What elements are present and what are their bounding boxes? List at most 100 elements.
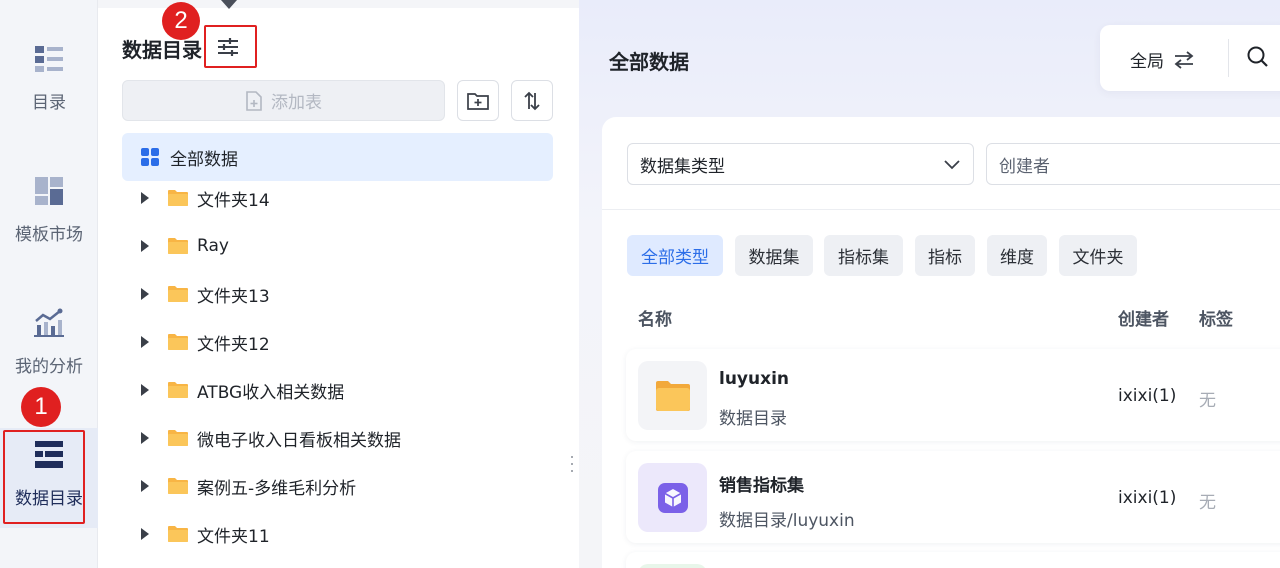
folder-icon — [167, 525, 189, 543]
scope-label: 全局 — [1130, 52, 1164, 72]
chip-all-types[interactable]: 全部类型 — [627, 235, 723, 276]
tree-item[interactable]: 文件夹12 — [122, 322, 553, 362]
folder-icon — [167, 477, 189, 495]
chip-dimension[interactable]: 维度 — [987, 235, 1047, 276]
tree-item-label: Ray — [197, 236, 229, 256]
data-catalog-icon — [32, 438, 66, 472]
creator-placeholder: 创建者 — [999, 156, 1050, 177]
chip-dataset[interactable]: 数据集 — [735, 235, 813, 276]
annotation-badge-1: 1 — [21, 387, 61, 427]
expand-caret-icon[interactable] — [141, 480, 149, 492]
tree-item[interactable]: 案例五-多维毛利分析 — [122, 466, 553, 506]
scope-toolbar: 全局 — [1100, 25, 1280, 91]
sort-button[interactable] — [511, 80, 553, 121]
table-row[interactable]: luyuxin 数据目录 ixixi(1) 无 — [626, 349, 1280, 441]
dataset-type-select[interactable]: 数据集类型 — [627, 143, 974, 185]
chip-folder[interactable]: 文件夹 — [1059, 235, 1137, 276]
expand-caret-icon[interactable] — [141, 240, 149, 252]
expand-caret-icon[interactable] — [141, 336, 149, 348]
nav-label-template-market: 模板市场 — [15, 225, 83, 245]
tree-item-label: 文件夹14 — [197, 190, 270, 211]
folder-icon — [167, 237, 189, 255]
tree-item-label: ATBG收入相关数据 — [197, 382, 345, 403]
tree-item[interactable]: 文件夹11 — [122, 514, 553, 554]
tree-item-label: 文件夹13 — [197, 286, 270, 307]
row-tags: 无 — [1199, 391, 1216, 411]
row-tags: 无 — [1199, 493, 1216, 513]
tree-item[interactable]: 文件夹14 — [122, 178, 553, 218]
table-row-partial[interactable] — [626, 552, 1280, 568]
expand-caret-icon[interactable] — [141, 432, 149, 444]
main-title: 全部数据 — [609, 50, 689, 74]
main-area: 全部数据 全局 数据集类型 创建者 全部类型 数据集 指标集 指标 维度 文件夹… — [579, 0, 1280, 568]
expand-caret-icon[interactable] — [141, 288, 149, 300]
tree-item-label: 微电子收入日看板相关数据 — [197, 430, 401, 451]
chevron-down-icon — [943, 156, 961, 174]
tree-item-label: 案例五-多维毛利分析 — [197, 478, 357, 499]
filter-button[interactable] — [208, 30, 248, 64]
dataset-type-placeholder: 数据集类型 — [640, 156, 725, 177]
analysis-chart-icon — [32, 306, 66, 340]
catalog-panel: 数据目录 2 添加表 全部数据 文件夹14 Ray 文件夹13 文件夹12 AT… — [98, 0, 579, 568]
column-header-name: 名称 — [638, 310, 672, 330]
panel-resize-handle[interactable] — [570, 456, 574, 472]
row-path: 数据目录 — [719, 409, 787, 429]
tree-root-label: 全部数据 — [170, 149, 238, 170]
tree-item[interactable]: ATBG收入相关数据 — [122, 370, 553, 410]
expand-caret-icon[interactable] — [141, 384, 149, 396]
nav-item-catalog[interactable]: 目录 — [0, 42, 98, 113]
folder-icon — [167, 189, 189, 207]
tree-item-label: 文件夹11 — [197, 526, 270, 547]
expand-caret-icon[interactable] — [141, 192, 149, 204]
row-creator: ixixi(1) — [1118, 488, 1177, 508]
tree-item[interactable]: Ray — [122, 226, 553, 266]
new-folder-button[interactable] — [457, 80, 499, 121]
column-header-creator: 创建者 — [1118, 310, 1169, 330]
row-name: 销售指标集 — [719, 476, 804, 496]
catalog-list-icon — [32, 42, 66, 76]
add-table-button[interactable]: 添加表 — [122, 80, 445, 121]
creator-select[interactable]: 创建者 — [986, 143, 1280, 185]
nav-item-my-analysis[interactable]: 我的分析 — [0, 306, 98, 377]
nav-item-template-market[interactable]: 模板市场 — [0, 174, 98, 245]
row-name: luyuxin — [719, 369, 790, 389]
panel-title: 数据目录 — [122, 38, 202, 62]
tree-item[interactable]: 文件夹13 — [122, 274, 553, 314]
folder-icon — [167, 285, 189, 303]
left-nav: 目录 模板市场 我的分析 数据目录 1 — [0, 0, 98, 568]
template-grid-icon — [32, 174, 66, 208]
row-creator: ixixi(1) — [1118, 386, 1177, 406]
row-path: 数据目录/luyuxin — [719, 511, 855, 531]
folder-icon — [167, 381, 189, 399]
search-button[interactable] — [1246, 45, 1270, 69]
all-data-grid-icon — [140, 147, 160, 167]
folder-plus-icon — [467, 91, 489, 111]
data-list-card: 数据集类型 创建者 全部类型 数据集 指标集 指标 维度 文件夹 名称 创建者 … — [602, 117, 1280, 568]
annotation-badge-2: 2 — [162, 2, 200, 40]
nav-label-my-analysis: 我的分析 — [15, 357, 83, 377]
search-icon — [1246, 45, 1270, 69]
chip-metric[interactable]: 指标 — [915, 235, 975, 276]
add-table-label: 添加表 — [271, 93, 322, 113]
folder-icon — [167, 333, 189, 351]
scope-switch-button[interactable]: 全局 — [1130, 47, 1194, 72]
chip-metric-set[interactable]: 指标集 — [824, 235, 903, 276]
nav-label-catalog: 目录 — [32, 93, 66, 113]
swap-icon — [1174, 50, 1194, 69]
nav-item-data-catalog[interactable]: 数据目录 — [0, 428, 98, 528]
dataset-icon — [638, 564, 707, 568]
toolbar-separator — [1228, 39, 1229, 77]
tree-item-label: 文件夹12 — [197, 334, 270, 355]
tooltip-pointer — [221, 0, 237, 9]
filter-sliders-icon — [217, 37, 239, 57]
tree-item[interactable]: 微电子收入日看板相关数据 — [122, 418, 553, 458]
expand-caret-icon[interactable] — [141, 528, 149, 540]
tree-item-all-data[interactable]: 全部数据 — [122, 133, 553, 181]
table-row[interactable]: 销售指标集 数据目录/luyuxin ixixi(1) 无 — [626, 451, 1280, 543]
add-table-icon — [245, 90, 263, 111]
column-header-tags: 标签 — [1199, 310, 1233, 330]
nav-label-data-catalog: 数据目录 — [15, 489, 83, 509]
sort-icon — [522, 91, 542, 111]
folder-icon — [638, 361, 707, 430]
folder-icon — [167, 429, 189, 447]
